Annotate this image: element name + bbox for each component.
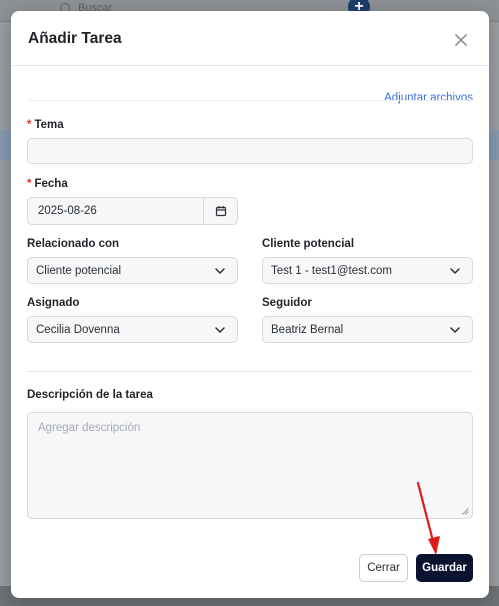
chevron-down-icon — [215, 327, 225, 333]
asignado-value: Cecilia Dovenna — [36, 323, 120, 336]
close-icon — [455, 34, 467, 46]
descripcion-label: Descripción de la tarea — [27, 389, 153, 401]
cliente-potencial-select[interactable]: Test 1 - test1@test.com — [262, 257, 473, 284]
date-picker-button[interactable] — [203, 198, 237, 224]
arrow-annotation-icon — [416, 481, 440, 555]
add-task-modal: Añadir Tarea Adjuntar archivos * Tema * Fe… — [11, 11, 489, 598]
relacionado-con-value: Cliente potencial — [36, 264, 122, 277]
relacionado-con-select[interactable]: Cliente potencial — [27, 257, 238, 284]
asignado-select[interactable]: Cecilia Dovenna — [27, 316, 238, 343]
required-mark: * — [27, 178, 32, 190]
fecha-input[interactable]: 2025-08-26 — [27, 197, 238, 225]
cliente-potencial-value: Test 1 - test1@test.com — [271, 264, 392, 277]
seguidor-label: Seguidor — [262, 297, 312, 309]
fecha-value: 2025-08-26 — [38, 205, 97, 217]
seguidor-value: Beatriz Bernal — [271, 323, 344, 336]
attach-files-link[interactable]: Adjuntar archivos — [384, 92, 473, 104]
tema-input[interactable] — [27, 138, 473, 164]
save-button[interactable]: Guardar — [416, 554, 473, 582]
fecha-label: * Fecha — [27, 178, 68, 190]
asignado-label: Asignado — [27, 297, 80, 309]
descripcion-textarea[interactable]: Agregar descripción — [27, 412, 473, 519]
section-divider — [27, 371, 473, 372]
descripcion-placeholder: Agregar descripción — [38, 422, 141, 434]
required-mark: * — [27, 119, 32, 131]
close-button[interactable] — [452, 31, 470, 49]
cancel-button[interactable]: Cerrar — [359, 554, 408, 582]
relacionado-con-label: Relacionado con — [27, 238, 120, 250]
seguidor-select[interactable]: Beatriz Bernal — [262, 316, 473, 343]
tema-label: * Tema — [27, 119, 64, 131]
chevron-down-icon — [450, 268, 460, 274]
cliente-potencial-label: Cliente potencial — [262, 238, 355, 250]
modal-title: Añadir Tarea — [28, 30, 122, 47]
divider — [27, 100, 473, 101]
modal-header: Añadir Tarea — [11, 11, 489, 66]
fecha-label-text: Fecha — [34, 178, 68, 190]
resize-handle-icon[interactable] — [462, 508, 469, 515]
chevron-down-icon — [215, 268, 225, 274]
tema-label-text: Tema — [34, 119, 64, 131]
calendar-icon — [215, 206, 226, 217]
chevron-down-icon — [450, 327, 460, 333]
